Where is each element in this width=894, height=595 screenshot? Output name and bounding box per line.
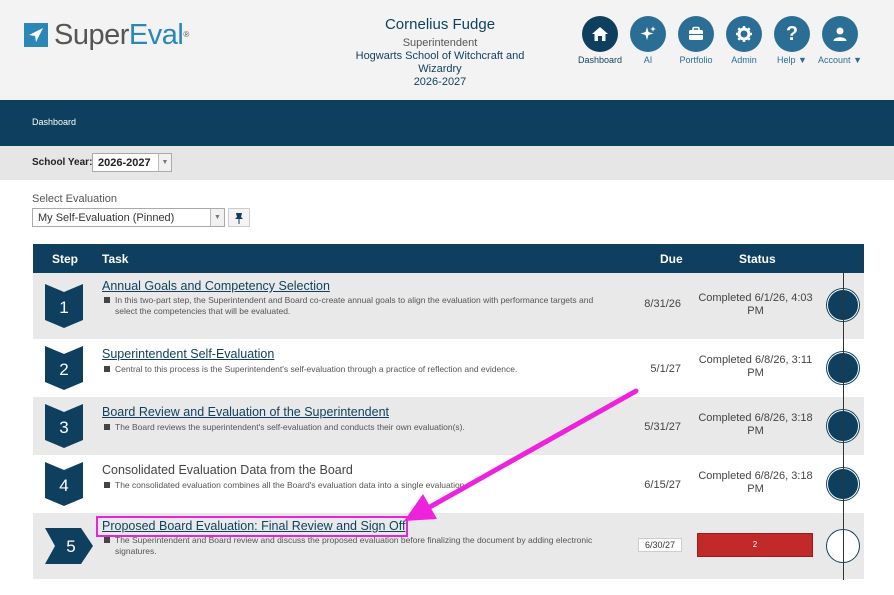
table-row: 4 Consolidated Evaluation Data from the …	[33, 455, 864, 513]
sparkle-icon	[630, 16, 666, 52]
step-badge: 4	[45, 462, 83, 506]
caret-down-icon: ▼	[853, 55, 862, 65]
nav-help[interactable]: ? Help ▼	[768, 16, 816, 65]
user-role: Superintendent	[402, 37, 478, 49]
due-date: 8/31/26	[644, 298, 681, 310]
status-button[interactable]: 2	[697, 533, 813, 557]
due-date: 6/15/27	[644, 479, 681, 491]
nav-dashboard[interactable]: Dashboard	[576, 16, 624, 65]
breadcrumb-bar: Dashboard	[0, 100, 894, 146]
status-text: Completed 6/1/26, 4:03 PM	[698, 292, 813, 317]
task-link[interactable]: Annual Goals and Competency Selection	[102, 279, 330, 293]
status-text: Completed 6/8/26, 3:18 PM	[698, 470, 813, 495]
briefcase-icon	[678, 16, 714, 52]
main-nav: Dashboard AI Portfolio Admin ? Help ▼ Ac…	[576, 16, 864, 65]
school-name: Hogwarts School of Witchcraft and Wizard…	[355, 50, 525, 75]
table-row: 1 Annual Goals and Competency Selection …	[33, 273, 864, 339]
timeline-line	[843, 273, 844, 580]
logo-wordmark: SuperEval®	[54, 19, 189, 51]
step-badge: 1	[45, 284, 83, 328]
table-header: Step Task Due Status	[33, 244, 864, 273]
status-text: Completed 6/8/26, 3:11 PM	[698, 354, 813, 379]
school-year-label: School Year:	[32, 157, 93, 168]
nav-ai[interactable]: AI	[624, 16, 672, 65]
task-link[interactable]: Superintendent Self-Evaluation	[102, 347, 274, 361]
select-evaluation-dropdown[interactable]: My Self-Evaluation (Pinned) ▼	[32, 208, 225, 227]
nav-portfolio[interactable]: Portfolio	[672, 16, 720, 65]
nav-admin[interactable]: Admin	[720, 16, 768, 65]
pin-button[interactable]	[228, 208, 250, 227]
due-date-input[interactable]: 6/30/27	[638, 538, 682, 552]
task-description: In this two-part step, the Superintenden…	[102, 295, 602, 317]
logo-arrow-icon	[24, 23, 48, 47]
step-badge-current: 5	[45, 524, 93, 568]
table-row: 3 Board Review and Evaluation of the Sup…	[33, 397, 864, 455]
user-year: 2026-2027	[413, 76, 467, 88]
task-link[interactable]: Board Review and Evaluation of the Super…	[102, 405, 389, 419]
home-icon	[582, 16, 618, 52]
task-description: The consolidated evaluation combines all…	[102, 480, 602, 491]
annotation-highlight-box	[96, 516, 408, 537]
task-description: The Superintendent and Board review and …	[102, 535, 602, 557]
user-name: Cornelius Fudge	[384, 16, 496, 33]
table-row: 2 Superintendent Self-Evaluation Central…	[33, 339, 864, 397]
question-icon: ?	[774, 16, 810, 52]
school-year-select[interactable]: 2026-2027 ▼	[92, 153, 172, 172]
breadcrumb[interactable]: Dashboard	[32, 117, 76, 127]
step-badge: 2	[45, 346, 83, 390]
user-icon	[822, 16, 858, 52]
task-description: The Board reviews the superintendent's s…	[102, 422, 602, 433]
chevron-down-icon: ▼	[210, 209, 224, 226]
due-date: 5/1/27	[650, 363, 681, 375]
school-year-bar: School Year: 2026-2027 ▼	[0, 146, 894, 180]
user-info: Cornelius Fudge Superintendent Hogwarts …	[340, 16, 540, 89]
caret-down-icon: ▼	[798, 55, 807, 65]
pin-icon	[235, 212, 243, 224]
nav-account[interactable]: Account ▼	[816, 16, 864, 65]
gear-icon	[726, 16, 762, 52]
superEval-logo[interactable]: SuperEval®	[24, 20, 189, 50]
app-header: SuperEval® Cornelius Fudge Superintenden…	[0, 0, 894, 100]
step-badge: 3	[45, 404, 83, 448]
status-text: Completed 6/8/26, 3:18 PM	[698, 412, 813, 437]
select-evaluation-label: Select Evaluation	[32, 193, 117, 205]
chevron-down-icon: ▼	[158, 154, 171, 171]
task-description: Central to this process is the Superinte…	[102, 364, 602, 375]
due-date: 5/31/27	[644, 421, 681, 433]
task-title: Consolidated Evaluation Data from the Bo…	[102, 463, 353, 477]
